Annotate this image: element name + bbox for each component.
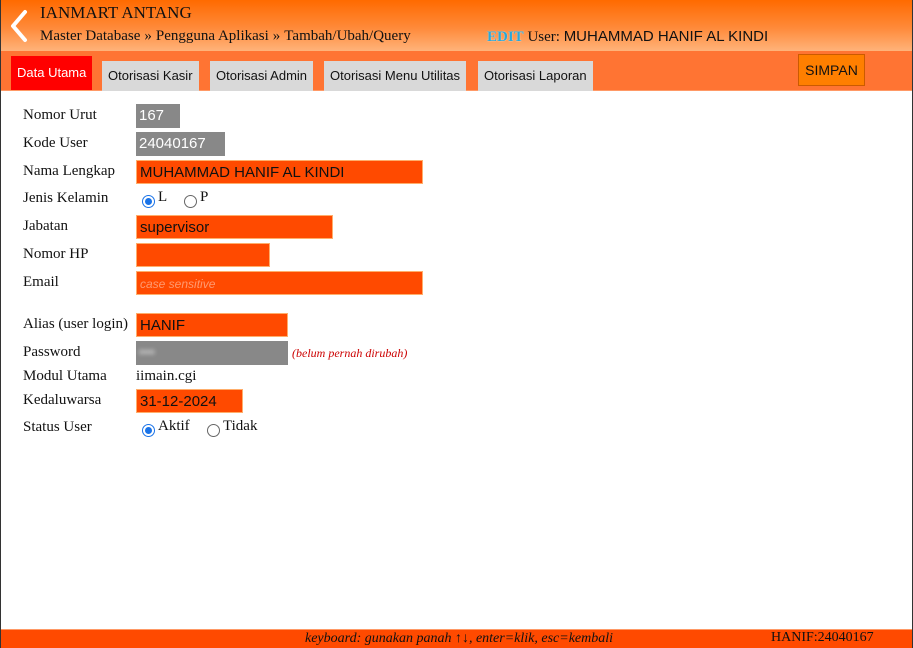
- email-label: Email: [23, 274, 59, 290]
- breadcrumb-item-master-database[interactable]: Master Database: [40, 28, 140, 44]
- jenis-kelamin-label: Jenis Kelamin: [23, 190, 109, 206]
- password-mask: •••: [139, 344, 155, 361]
- nama-lengkap-label: Nama Lengkap: [23, 163, 116, 179]
- modul-utama-label: Modul Utama: [23, 368, 107, 384]
- status-radio-tidak[interactable]: [207, 424, 220, 437]
- modul-utama-value: iimain.cgi: [136, 368, 197, 384]
- alias-input[interactable]: HANIF: [136, 313, 288, 337]
- user-label: User:: [527, 29, 560, 45]
- app-title: IANMART ANTANG: [40, 3, 192, 22]
- gender-option-l-label: L: [158, 189, 168, 205]
- gender-radio-p[interactable]: [184, 195, 197, 208]
- gender-radio-l[interactable]: [142, 195, 155, 208]
- status-user-label: Status User: [23, 419, 92, 435]
- status-bar: keyboard: gunakan panah ↑↓, enter=klik, …: [1, 629, 912, 648]
- breadcrumb-item-pengguna-aplikasi[interactable]: Pengguna Aplikasi: [156, 28, 269, 44]
- chevron-left-icon[interactable]: [7, 8, 31, 44]
- nomor-urut-field: 167: [136, 104, 180, 128]
- kode-user-label: Kode User: [23, 135, 88, 151]
- tab-otorisasi-admin[interactable]: Otorisasi Admin: [210, 61, 314, 91]
- nama-lengkap-input[interactable]: MUHAMMAD HANIF AL KINDI: [136, 160, 423, 184]
- kode-user-field: 24040167: [136, 132, 225, 156]
- app-header: IANMART ANTANG Master Database» Pengguna …: [1, 0, 912, 51]
- nomor-urut-label: Nomor Urut: [23, 107, 97, 123]
- edit-mode-tag: EDIT: [487, 29, 524, 45]
- tab-otorisasi-menu-utilitas[interactable]: Otorisasi Menu Utilitas: [324, 61, 467, 91]
- tab-otorisasi-kasir[interactable]: Otorisasi Kasir: [102, 61, 199, 91]
- keyboard-hint: keyboard: gunakan panah ↑↓, enter=klik, …: [305, 631, 614, 646]
- tab-bar: Data Utama Otorisasi Kasir Otorisasi Adm…: [1, 51, 912, 91]
- jabatan-input[interactable]: supervisor: [136, 215, 333, 239]
- status-radio-aktif[interactable]: [142, 424, 155, 437]
- breadcrumb-separator: »: [272, 28, 281, 44]
- tab-otorisasi-laporan[interactable]: Otorisasi Laporan: [478, 61, 593, 91]
- breadcrumb-separator: »: [144, 28, 152, 44]
- edited-user-name: MUHAMMAD HANIF AL KINDI: [563, 28, 769, 45]
- email-input[interactable]: case sensitive: [136, 271, 423, 295]
- edit-user-info: EDIT User: MUHAMMAD HANIF AL KINDI: [487, 28, 768, 46]
- nomor-hp-label: Nomor HP: [23, 246, 89, 262]
- gender-option-p-label: P: [200, 189, 209, 205]
- kedaluwarsa-label: Kedaluwarsa: [23, 392, 102, 408]
- breadcrumb-item-current: Tambah/Ubah/Query: [284, 28, 411, 44]
- status-option-tidak-label: Tidak: [223, 418, 258, 434]
- breadcrumb: Master Database» Pengguna Aplikasi» Tambah…: [40, 28, 411, 45]
- jabatan-label: Jabatan: [23, 218, 68, 234]
- kedaluwarsa-input[interactable]: 31-12-2024: [136, 389, 243, 413]
- status-option-aktif-label: Aktif: [158, 418, 190, 434]
- password-input[interactable]: •••: [136, 341, 288, 365]
- tab-data-utama[interactable]: Data Utama: [11, 56, 93, 90]
- password-label: Password: [23, 344, 81, 360]
- current-user-indicator: HANIF:24040167: [771, 630, 874, 645]
- password-status-note: (belum pernah dirubah): [292, 346, 408, 360]
- nomor-hp-input[interactable]: [136, 243, 270, 267]
- alias-label: Alias (user login): [23, 316, 128, 332]
- save-button[interactable]: SIMPAN: [798, 54, 865, 86]
